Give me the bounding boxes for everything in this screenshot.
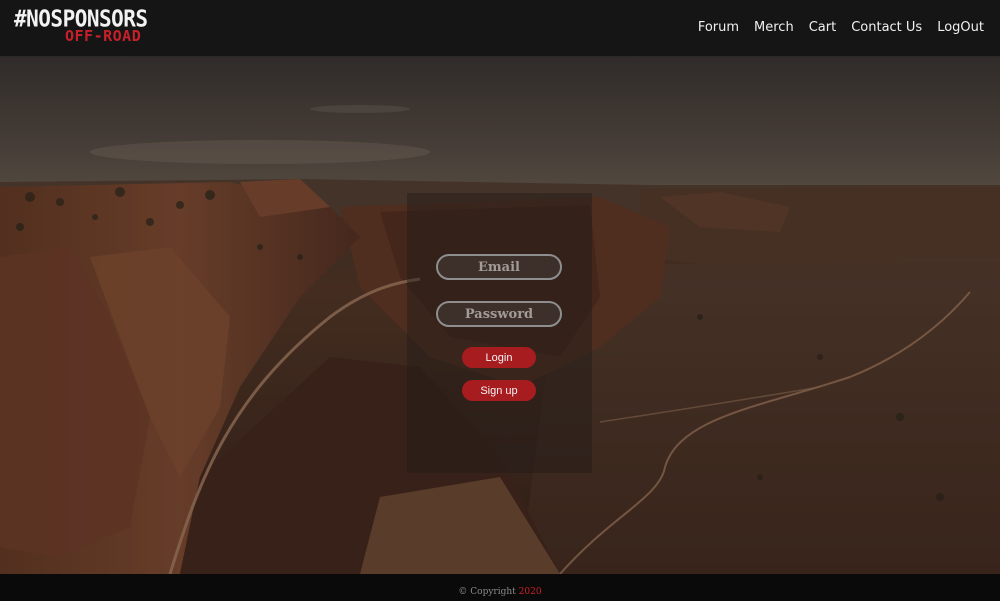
site-logo[interactable]: #NOSPONSORS OFF-ROAD — [14, 7, 154, 48]
nav-link-logout[interactable]: LogOut — [937, 19, 984, 37]
login-panel — [407, 193, 592, 473]
nav-link-cart[interactable]: Cart — [809, 19, 837, 37]
signup-button[interactable]: Sign up — [462, 380, 536, 401]
nav-link-merch[interactable]: Merch — [754, 19, 794, 37]
logo-tagline: OFF-ROAD — [65, 27, 142, 45]
site-footer: © Copyright 2020 — [0, 574, 1000, 601]
password-field[interactable] — [436, 301, 562, 327]
site-header: #NOSPONSORS OFF-ROAD Forum Merch Cart Co… — [0, 0, 1000, 57]
login-button[interactable]: Login — [462, 347, 536, 368]
nav-link-forum[interactable]: Forum — [698, 19, 739, 37]
email-field[interactable] — [436, 254, 562, 280]
main-nav: Forum Merch Cart Contact Us LogOut — [698, 19, 984, 37]
nav-link-contact-us[interactable]: Contact Us — [851, 19, 922, 37]
copyright-text: © Copyright — [458, 587, 516, 597]
copyright-year: 2020 — [518, 587, 542, 597]
